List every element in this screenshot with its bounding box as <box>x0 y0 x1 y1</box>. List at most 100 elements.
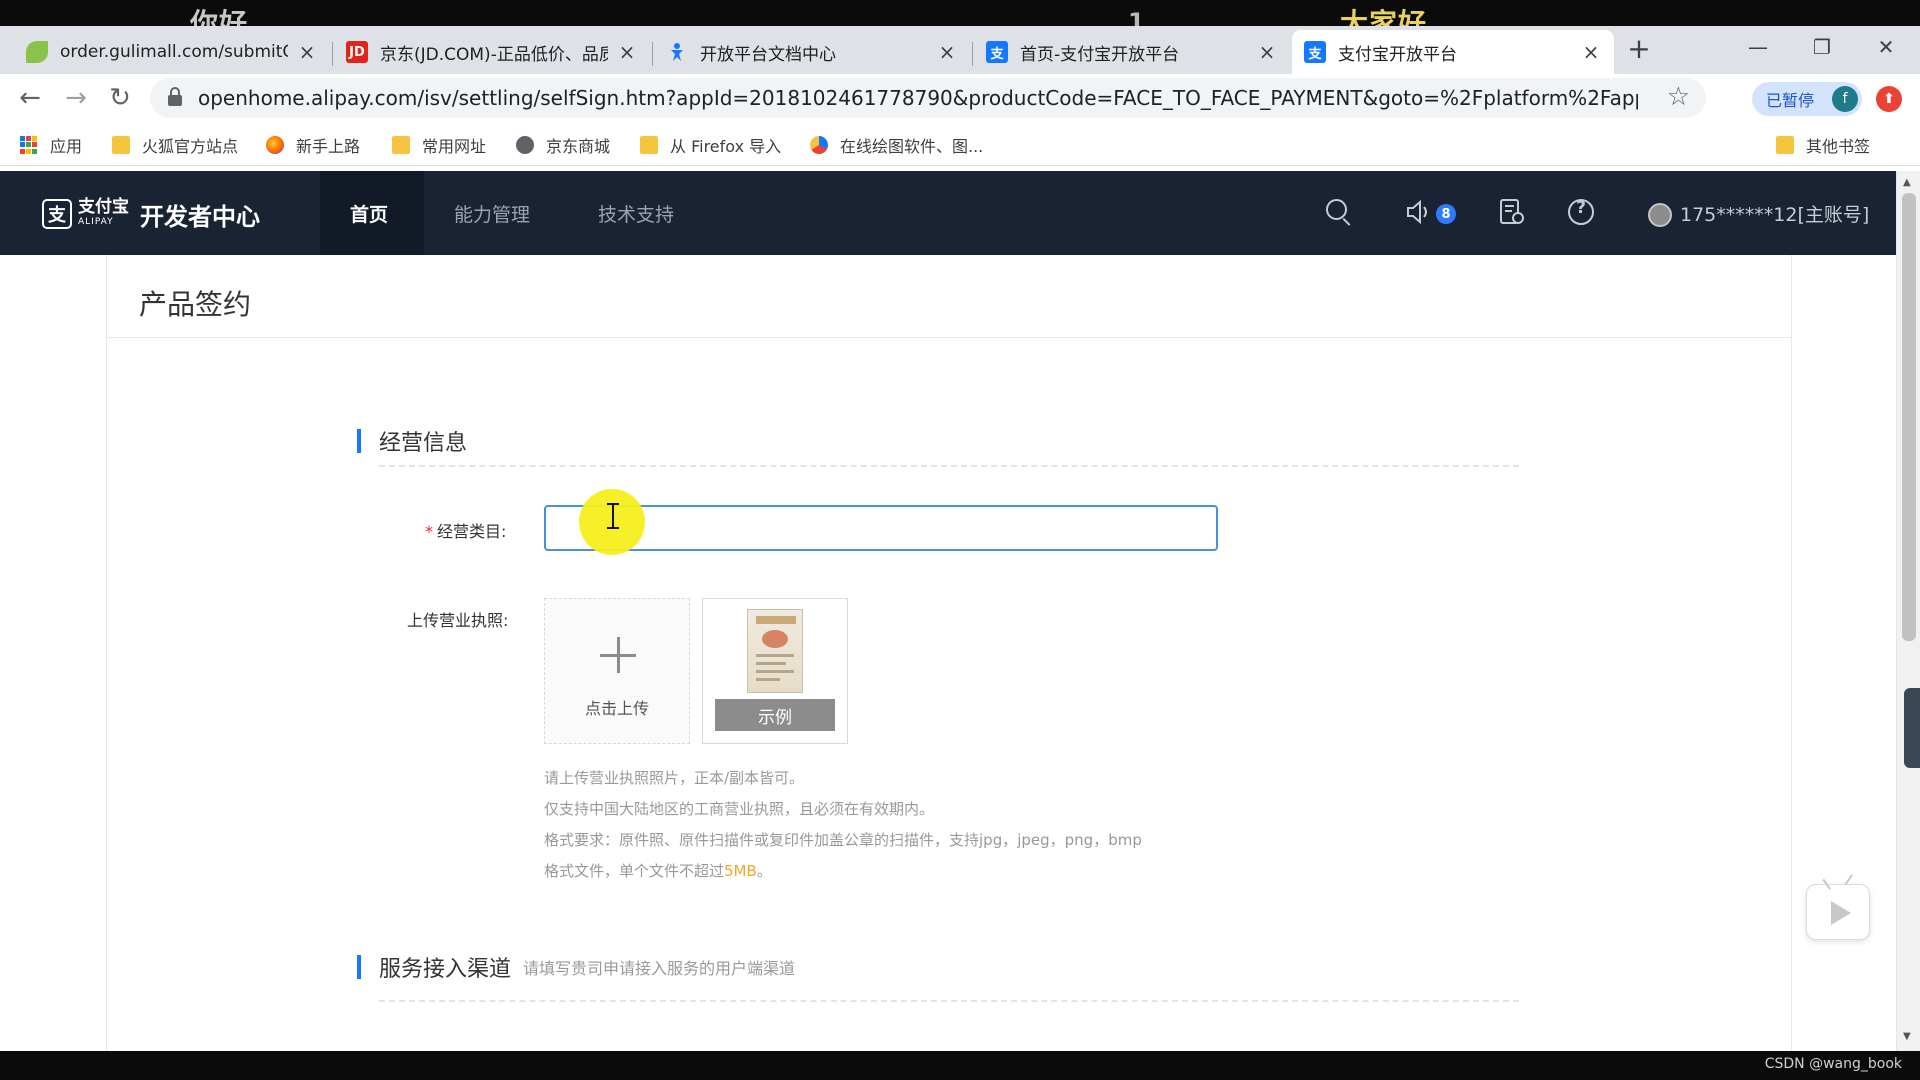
nav-tech-support[interactable]: 技术支持 <box>598 200 674 227</box>
section-dashed-divider <box>379 465 1519 467</box>
bookmark-label: 应用 <box>50 137 83 156</box>
bookmark-firefox-site[interactable]: 火狐官方站点 <box>112 133 238 157</box>
page-scrollbar[interactable]: ▲ ▼ <box>1896 171 1920 1051</box>
bookmark-getting-started[interactable]: 新手上路 <box>266 133 360 157</box>
upload-license-button[interactable]: 点击上传 <box>544 598 690 744</box>
logo-subtext: ALIPAY <box>78 217 114 227</box>
tab-separator <box>972 42 973 66</box>
tab-label: order.gulimall.com/submitO <box>60 42 288 62</box>
tab-gulimall[interactable]: order.gulimall.com/submitO × <box>14 30 330 74</box>
page-title: 产品签约 <box>139 288 252 321</box>
scroll-down-icon[interactable]: ▼ <box>1903 1031 1911 1042</box>
forward-button[interactable]: → <box>58 80 94 116</box>
leaf-icon <box>26 41 48 63</box>
url-text[interactable]: openhome.alipay.com/isv/settling/selfSig… <box>198 86 1638 110</box>
bookmark-firefox-import[interactable]: 从 Firefox 导入 <box>640 133 781 157</box>
section-title: 经营信息 <box>379 431 468 456</box>
app-title[interactable]: 开发者中心 <box>140 197 260 232</box>
watermark-text: CSDN @wang_book <box>1764 1056 1902 1072</box>
page-body: 产品签约 经营信息 * 经营类目: 上传营业执照: 点击上传 示例 请上传营业执… <box>0 255 1896 1065</box>
business-category-label-text: 经营类目: <box>437 522 507 541</box>
reload-button[interactable]: ↻ <box>102 80 138 116</box>
bottom-overlay-bar: CSDN @wang_book <box>0 1051 1920 1080</box>
user-avatar[interactable] <box>1648 203 1672 227</box>
tab-jd[interactable]: JD 京东(JD.COM)-正品低价、品质 × <box>334 30 650 74</box>
bookmark-apps[interactable]: 应用 <box>20 133 82 157</box>
tab-close-icon[interactable]: × <box>936 40 958 64</box>
tab-alipay-home[interactable]: 支 首页-支付宝开放平台 × <box>974 30 1290 74</box>
help-glyph: ? <box>1576 198 1586 218</box>
section-service-channel: 服务接入渠道 请填写贵司申请接入服务的用户端渠道 <box>357 951 795 983</box>
minimize-button[interactable]: — <box>1730 30 1786 64</box>
tab-doc-center[interactable]: 开放平台文档中心 × <box>654 30 970 74</box>
bookmark-label: 京东商城 <box>546 137 611 156</box>
section-title: 服务接入渠道 <box>379 957 512 982</box>
scroll-thumb[interactable] <box>1902 193 1916 641</box>
bookmark-label: 新手上路 <box>296 137 361 156</box>
tab-label: 首页-支付宝开放平台 <box>1020 44 1180 65</box>
help-text-line: 请上传营业执照照片，正本/副本皆可。 <box>544 769 805 787</box>
bookmark-star-icon[interactable]: ☆ <box>1667 82 1690 112</box>
bookmark-label: 常用网址 <box>422 137 487 156</box>
bookmark-label: 从 Firefox 导入 <box>670 137 782 156</box>
account-name[interactable]: 175******12[主账号] <box>1680 200 1869 227</box>
bookmark-jd-mall[interactable]: 京东商城 <box>516 133 610 157</box>
tab-close-icon[interactable]: × <box>1256 40 1278 64</box>
help-icon[interactable]: ? <box>1564 195 1598 229</box>
alipay-icon: 支 <box>1304 41 1326 63</box>
extension-icon[interactable]: ⬆ <box>1876 86 1902 112</box>
help-text-line: 格式要求：原件照、原件扫描件或复印件加盖公章的扫描件，支持jpg，jpeg，pn… <box>544 831 1142 849</box>
window-close-button[interactable]: ✕ <box>1858 30 1914 64</box>
bookmark-other[interactable]: 其他书签 <box>1776 133 1870 157</box>
tab-separator <box>332 42 333 66</box>
folder-icon <box>1776 136 1794 154</box>
drawing-app-icon <box>810 136 828 154</box>
profile-avatar: f <box>1832 86 1858 112</box>
new-tab-button[interactable]: + <box>1622 32 1656 65</box>
side-floating-tab[interactable] <box>1904 688 1920 768</box>
section-accent-bar <box>357 429 361 453</box>
help-text-line: 仅支持中国大陆地区的工商营业执照，且必须在有效期内。 <box>544 800 935 818</box>
plus-icon <box>617 637 620 673</box>
required-mark: * <box>425 522 433 541</box>
tab-close-icon[interactable]: × <box>616 40 638 64</box>
scroll-up-icon[interactable]: ▲ <box>1903 177 1911 188</box>
nav-capability-management[interactable]: 能力管理 <box>454 200 530 227</box>
tab-separator <box>652 42 653 66</box>
task-list-icon[interactable] <box>1494 195 1528 229</box>
search-icon[interactable] <box>1326 199 1354 227</box>
nav-home[interactable]: 首页 <box>350 200 388 227</box>
business-category-label: * 经营类目: <box>425 518 506 542</box>
bookmarks-bar: 应用 火狐官方站点 新手上路 常用网址 京东商城 从 Firefox 导入 在线… <box>0 124 1920 166</box>
help-text-suffix: 。 <box>756 862 772 880</box>
logo-text: 支付宝 <box>78 197 129 217</box>
alipay-logo-icon[interactable]: 支 <box>42 199 72 229</box>
help-text-prefix: 格式文件，单个文件不超过 <box>544 862 725 880</box>
notification-speaker-icon[interactable] <box>1402 195 1436 229</box>
section-dashed-divider <box>379 1000 1519 1002</box>
address-bar[interactable]: openhome.alipay.com/isv/settling/selfSig… <box>150 78 1706 118</box>
restore-button[interactable]: ❐ <box>1794 30 1850 64</box>
tab-close-icon[interactable]: × <box>1580 40 1602 64</box>
bookmark-label: 火狐官方站点 <box>142 137 239 156</box>
video-player-icon[interactable] <box>1806 874 1870 940</box>
bookmark-common-urls[interactable]: 常用网址 <box>392 133 486 157</box>
business-category-input[interactable] <box>544 505 1218 551</box>
jd-icon: JD <box>346 41 368 63</box>
back-button[interactable]: ← <box>12 80 48 116</box>
lock-icon <box>168 87 182 107</box>
navigation-bar: ← → ↻ openhome.alipay.com/isv/settling/s… <box>0 74 1920 124</box>
sync-paused-button[interactable]: 已暂停 f <box>1752 82 1862 116</box>
example-label: 示例 <box>715 699 835 731</box>
sync-paused-label: 已暂停 <box>1766 91 1815 110</box>
tab-alipay-active[interactable]: 支 支付宝开放平台 × <box>1292 30 1614 74</box>
globe-icon <box>516 136 534 154</box>
tab-label: 京东(JD.COM)-正品低价、品质 <box>380 44 608 65</box>
example-license[interactable]: 示例 <box>702 598 848 744</box>
folder-icon <box>112 136 130 154</box>
top-overlay-bar: 你好 1 大家好 <box>0 0 1920 40</box>
bookmark-label: 在线绘图软件、图... <box>840 137 984 156</box>
tab-close-icon[interactable]: × <box>296 40 318 64</box>
bookmark-drawing-tool[interactable]: 在线绘图软件、图... <box>810 133 983 157</box>
screen: 你好 1 大家好 order.gulimall.com/submitO × JD… <box>0 0 1920 1080</box>
